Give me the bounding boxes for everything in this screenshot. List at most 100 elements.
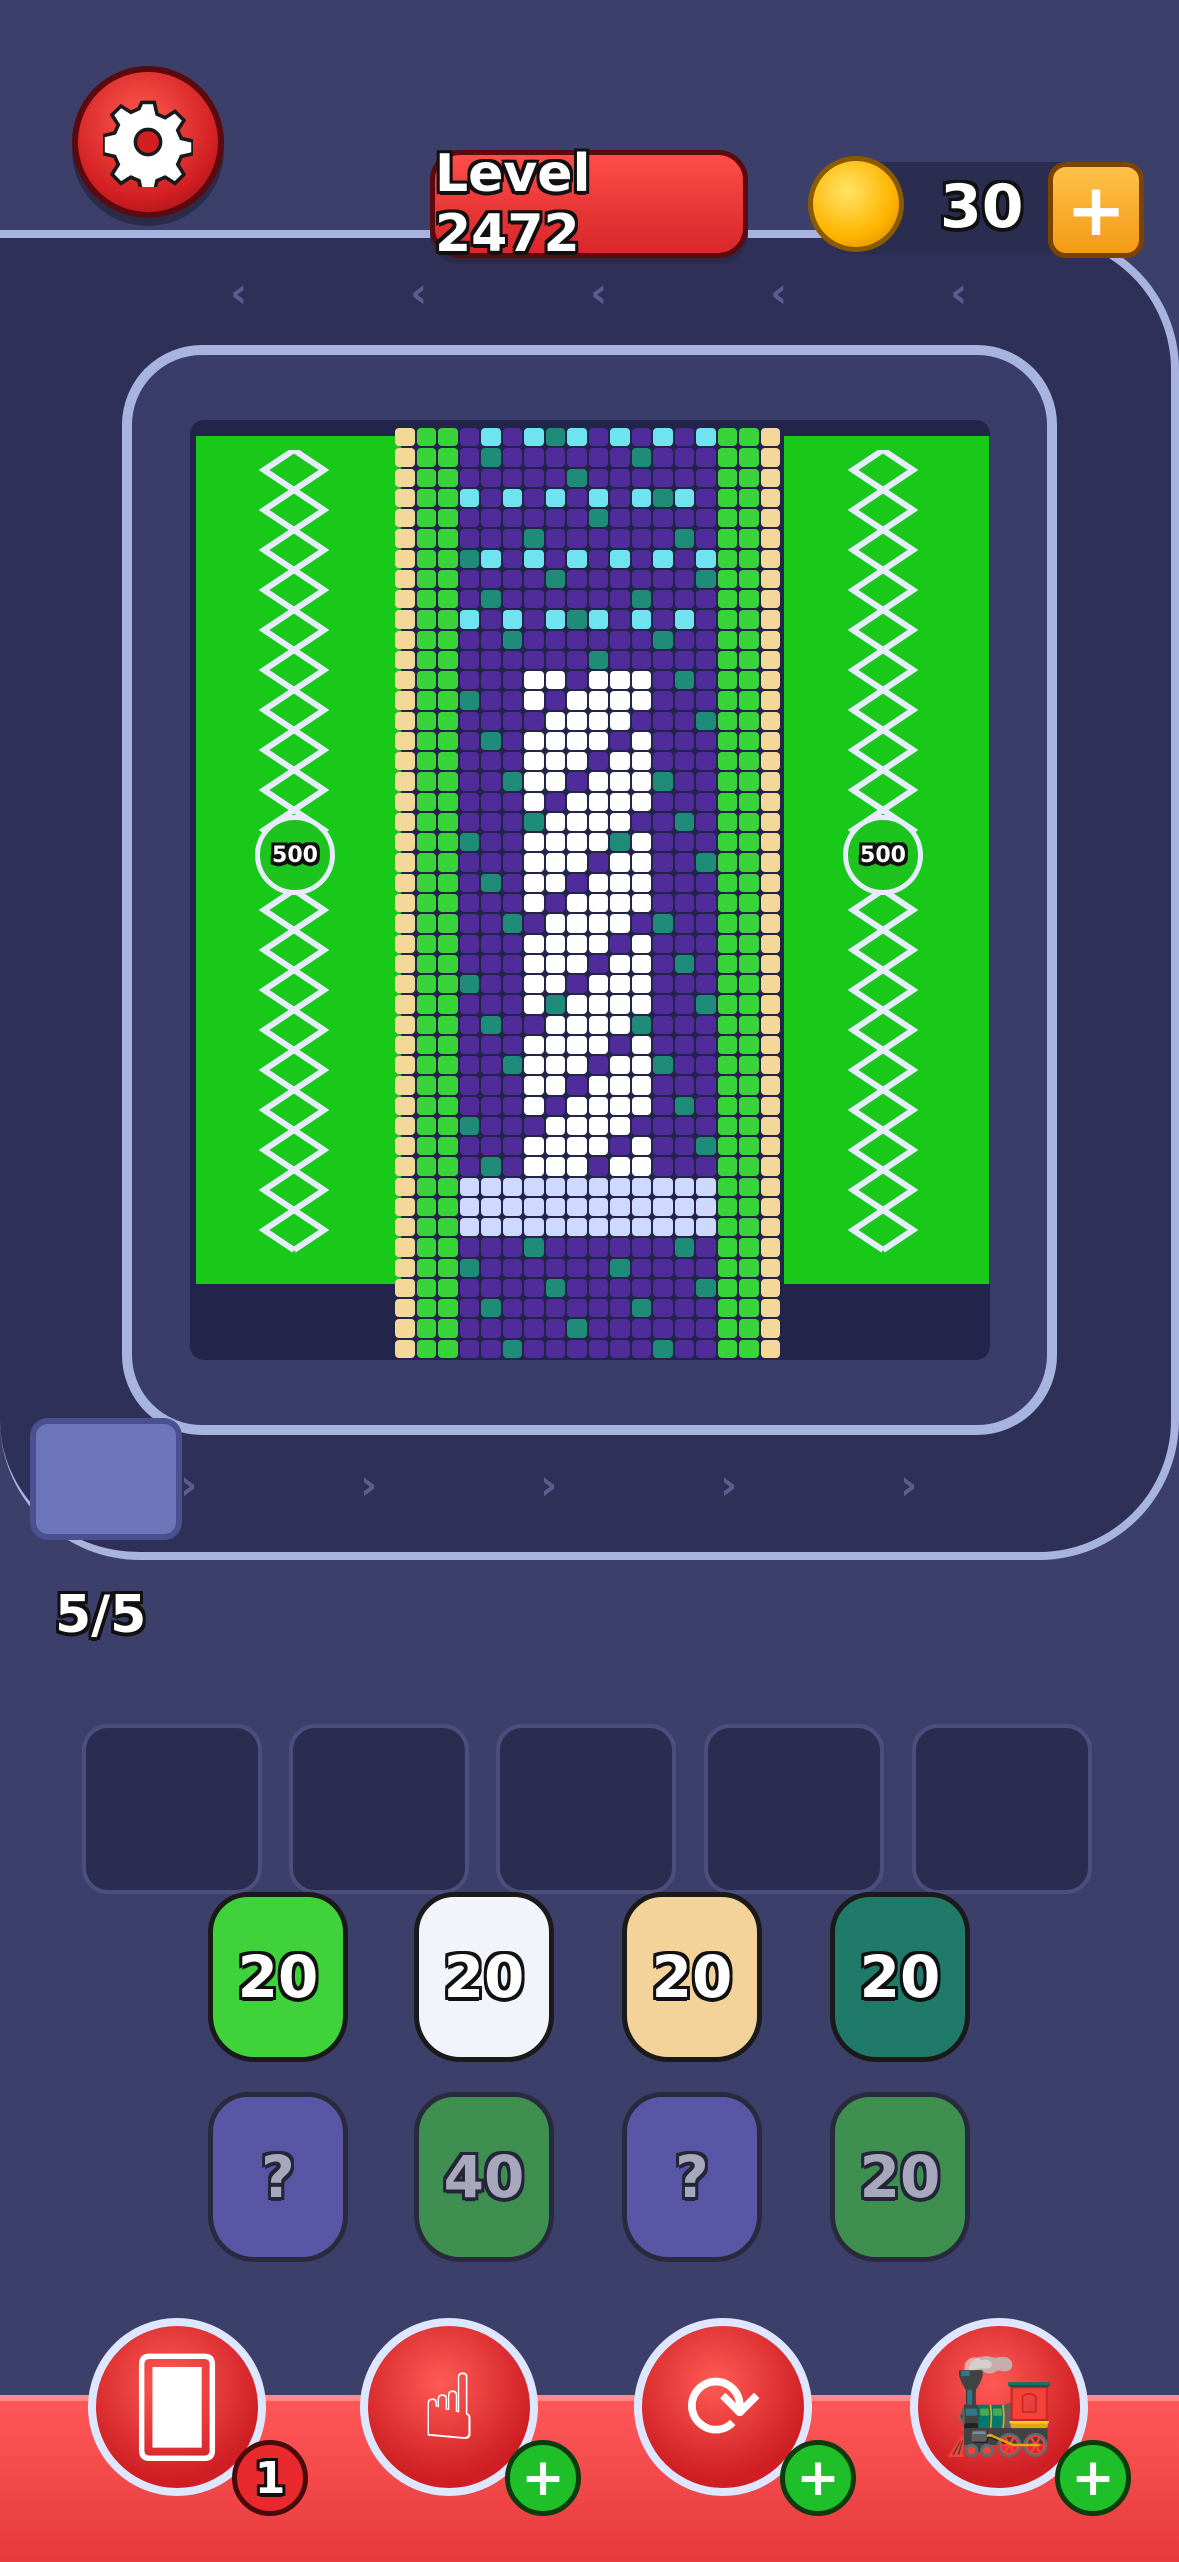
pixel-cell (459, 853, 479, 872)
pixel-cell (416, 610, 436, 629)
pixel-cell (717, 1056, 737, 1075)
pixel-cell (502, 590, 522, 609)
chevron-right-icon: › (720, 1460, 738, 1509)
pixel-cell (567, 1116, 587, 1136)
pixel-cell (459, 549, 479, 568)
pixel-cell (653, 772, 673, 791)
pixel-cell (459, 934, 479, 953)
pixel-cell (674, 934, 694, 953)
pixel-cell (395, 1238, 415, 1257)
pixel-cell (438, 428, 458, 447)
add-coins-button[interactable]: + (1048, 162, 1144, 258)
pixel-cell (674, 1177, 694, 1196)
pixel-cell (760, 914, 780, 933)
coin-count: 30 (940, 172, 1024, 242)
pixel-cell (610, 1076, 630, 1095)
pixel-cell (717, 428, 737, 447)
pixel-cell (674, 772, 694, 791)
pixel-cell (567, 792, 587, 811)
pixel-cell (631, 1056, 651, 1075)
pixel-cell (567, 894, 587, 913)
pixel-cell (438, 671, 458, 690)
pixel-cell (610, 1157, 630, 1176)
pixel-cell (459, 954, 479, 974)
pixel-cell (631, 914, 651, 933)
pixel-cell (481, 1258, 501, 1277)
pixel-cell (395, 853, 415, 872)
pixel-cell (653, 1258, 673, 1277)
pixel-cell (438, 1218, 458, 1237)
pixel-cell (545, 1218, 565, 1237)
pixel-cell (416, 569, 436, 589)
pixel-cell (438, 691, 458, 710)
pixel-cell (760, 995, 780, 1014)
bunny-shooter[interactable]: 20 (830, 1892, 970, 2062)
pixel-cell (545, 610, 565, 629)
plus-icon[interactable]: + (505, 2440, 581, 2516)
pixel-cell (481, 1299, 501, 1318)
pixel-cell (760, 448, 780, 467)
settings-button[interactable] (72, 66, 224, 218)
pixel-cell (760, 853, 780, 872)
pixel-cell (760, 1096, 780, 1115)
pixel-cell (610, 1056, 630, 1075)
pixel-cell (631, 792, 651, 811)
pixel-cell (416, 1056, 436, 1075)
pixel-cell (567, 1157, 587, 1176)
pixel-cell (438, 975, 458, 994)
pixel-cell (502, 529, 522, 548)
bunny-shooter: 40 (414, 2092, 554, 2262)
bunny-shooter[interactable]: 20 (208, 1892, 348, 2062)
pixel-cell (567, 1258, 587, 1277)
pixel-cell (696, 975, 716, 994)
pixel-cell (760, 1339, 780, 1358)
pixel-cell (739, 1319, 759, 1338)
pixel-cell (674, 995, 694, 1014)
pixel-cell (717, 711, 737, 730)
pixel-cell (696, 873, 716, 892)
bunny-shooter[interactable]: 20 (622, 1892, 762, 2062)
pixel-cell (545, 894, 565, 913)
pixel-cell (438, 1177, 458, 1196)
pixel-cell (459, 468, 479, 487)
pixel-cell (459, 428, 479, 447)
pixel-cell (502, 711, 522, 730)
pixel-cell (588, 995, 608, 1014)
pixel-cell (438, 731, 458, 751)
pixel-cell (610, 954, 630, 974)
pixel-cell (481, 1096, 501, 1115)
bunny-shooter[interactable]: 20 (414, 1892, 554, 2062)
pixel-cell (524, 1056, 544, 1075)
pixel-cell (674, 1339, 694, 1358)
plus-icon[interactable]: + (780, 2440, 856, 2516)
pixel-cell (524, 1137, 544, 1156)
pixel-cell (610, 812, 630, 832)
pixel-cell (760, 610, 780, 629)
pixel-cell (459, 711, 479, 730)
pixel-cell (459, 731, 479, 751)
pixel-cell (588, 772, 608, 791)
pixel-cell (481, 1056, 501, 1075)
pixel-cell (502, 1137, 522, 1156)
pixel-cell (653, 853, 673, 872)
pixel-cell (459, 792, 479, 811)
pixel-cell (610, 1035, 630, 1055)
pixel-cell (502, 1096, 522, 1115)
pixel-cell (653, 1056, 673, 1075)
pixel-cell (502, 468, 522, 487)
pixel-cell (416, 1137, 436, 1156)
pixel-cell (631, 1076, 651, 1095)
pixel-cell (459, 509, 479, 528)
pixel-cell (416, 428, 436, 447)
pixel-cell (438, 590, 458, 609)
pixel-cell (416, 630, 436, 649)
pixel-cell (567, 671, 587, 690)
pixel-cell (524, 894, 544, 913)
pixel-cell (739, 1076, 759, 1095)
pixel-cell (674, 873, 694, 892)
pixel-cell (395, 650, 415, 670)
pixel-cell (760, 671, 780, 690)
plus-icon[interactable]: + (1055, 2440, 1131, 2516)
pixel-cell (631, 1319, 651, 1338)
pixel-cell (438, 914, 458, 933)
